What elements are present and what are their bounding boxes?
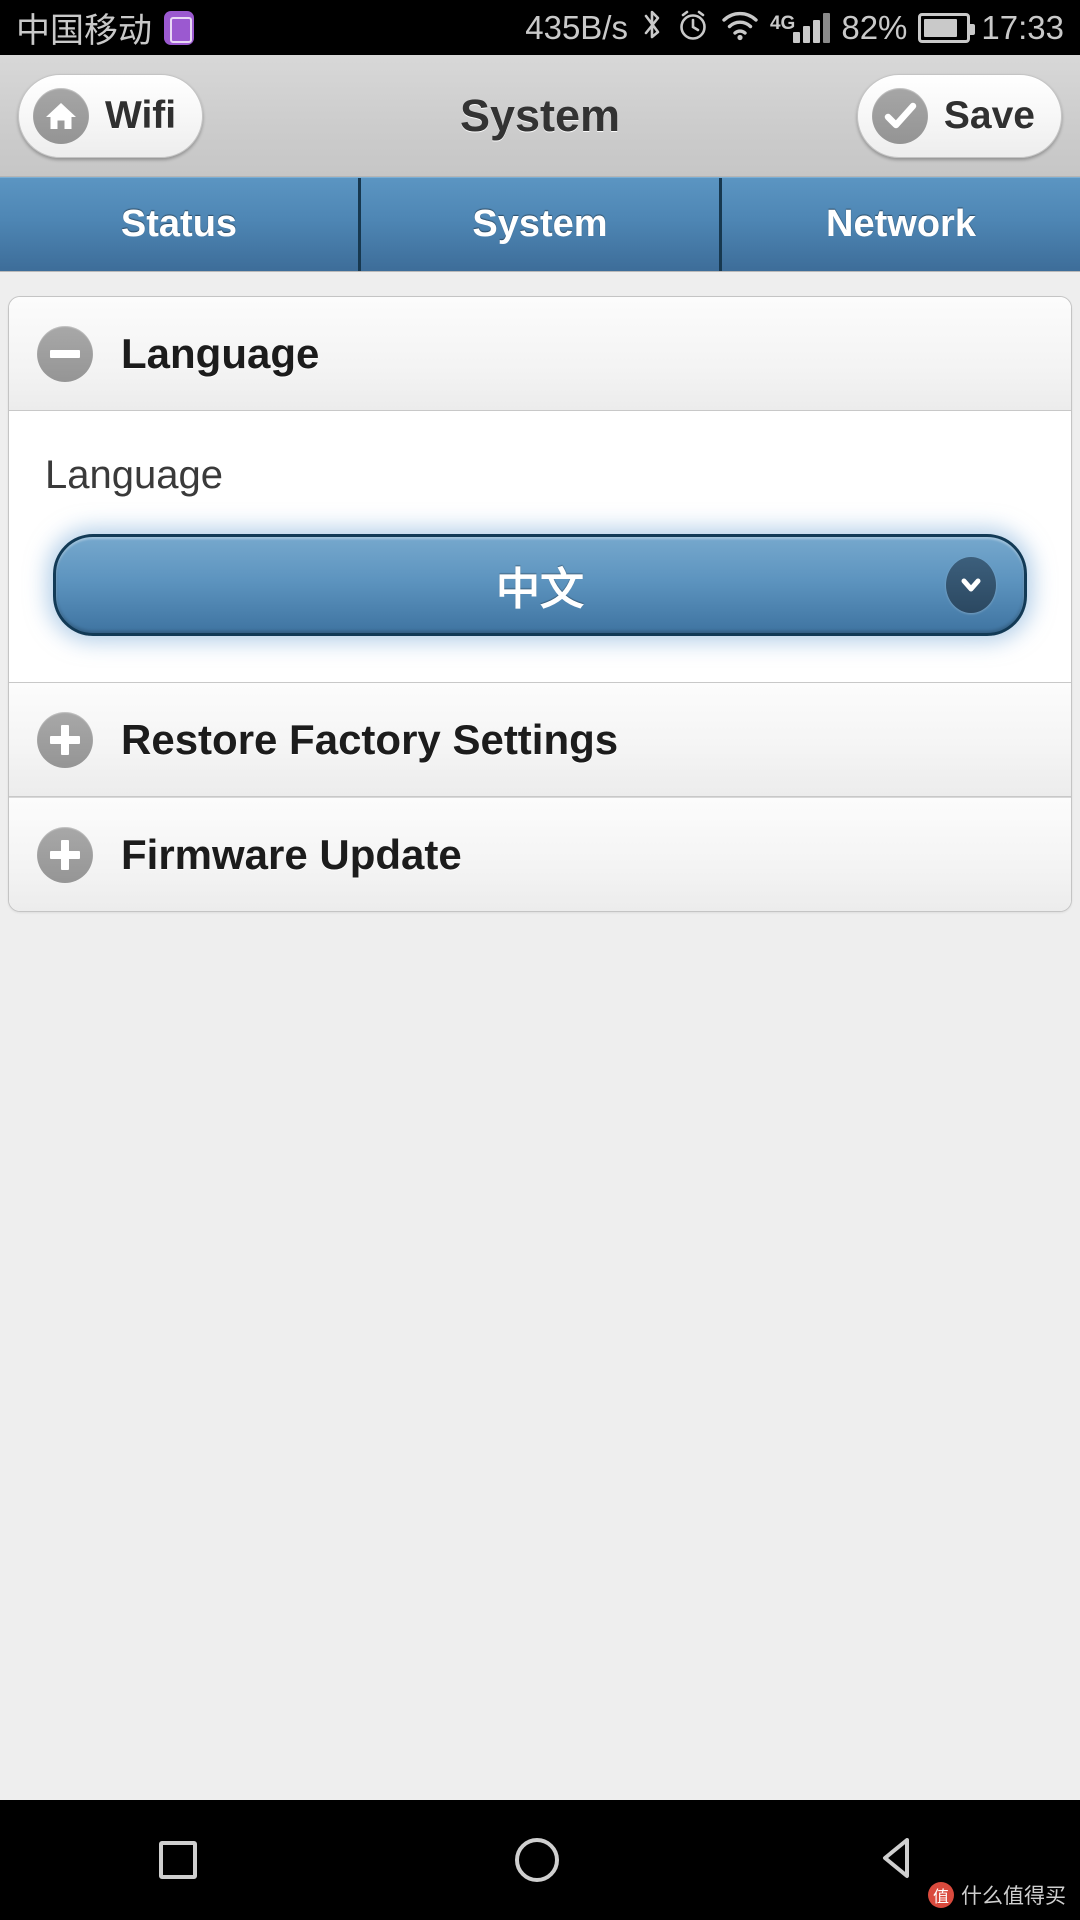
android-nav-bar: 值 什么值得买 <box>0 1800 1080 1920</box>
status-bar-left: 中国移动 <box>16 3 194 52</box>
bluetooth-icon <box>639 8 665 47</box>
check-icon <box>871 87 928 144</box>
watermark-badge: 值 <box>928 1882 954 1908</box>
save-button[interactable]: Save <box>856 73 1062 158</box>
plus-circle-icon <box>37 826 93 883</box>
accordion-body-language: Language 中文 <box>9 411 1071 683</box>
wifi-icon <box>721 9 759 46</box>
wifi-back-label: Wifi <box>105 93 177 137</box>
tab-network[interactable]: Network <box>722 178 1080 271</box>
minus-circle-icon <box>37 325 93 382</box>
accordion-header-restore-factory-settings[interactable]: Restore Factory Settings <box>9 683 1071 797</box>
accordion-header-firmware-update[interactable]: Firmware Update <box>9 797 1071 911</box>
language-field-label: Language <box>45 453 223 497</box>
triangle-back-icon[interactable] <box>877 1834 921 1887</box>
square-icon[interactable] <box>159 1841 197 1879</box>
home-icon <box>33 87 89 144</box>
plus-circle-icon <box>37 711 93 768</box>
language-select-value: 中文 <box>496 564 584 615</box>
title-bar: Wifi System Save <box>0 55 1080 177</box>
wifi-back-button[interactable]: Wifi <box>18 73 204 158</box>
circle-icon[interactable] <box>515 1838 559 1882</box>
language-select-wrapper: 中文 <box>53 534 1027 636</box>
battery-percent: 82% <box>841 8 908 46</box>
network-speed: 435B/s <box>525 8 628 46</box>
tab-bar: Status System Network <box>0 177 1080 272</box>
settings-accordion: Language Language 中文 Restore Factory Set… <box>8 296 1072 912</box>
watermark: 值 什么值得买 <box>928 1880 1066 1910</box>
clock-time: 17:33 <box>981 8 1064 46</box>
sim-card-icon <box>164 10 194 45</box>
accordion-header-language[interactable]: Language <box>9 297 1071 411</box>
accordion-title-restore-factory-settings: Restore Factory Settings <box>121 715 619 763</box>
tab-system[interactable]: System <box>361 178 722 271</box>
language-select[interactable]: 中文 <box>53 534 1027 636</box>
status-bar-right: 435B/s 4G 82% 17:33 <box>525 8 1064 47</box>
signal-indicator: 4G <box>769 12 831 43</box>
save-label: Save <box>943 93 1035 137</box>
watermark-text: 什么值得买 <box>961 1884 1066 1908</box>
content-area: Language Language 中文 Restore Factory Set… <box>0 272 1080 1800</box>
chevron-down-icon[interactable] <box>946 557 996 613</box>
phone-screen: 中国移动 435B/s 4G 82% 17:33 Wifi System Sav… <box>0 0 1080 1920</box>
tab-status[interactable]: Status <box>0 178 361 271</box>
accordion-title-firmware-update: Firmware Update <box>121 830 462 878</box>
signal-bars-icon <box>793 12 831 43</box>
accordion-title-language: Language <box>121 329 320 377</box>
battery-icon <box>918 12 976 43</box>
network-type-label: 4G <box>769 12 796 34</box>
status-bar: 中国移动 435B/s 4G 82% 17:33 <box>0 0 1080 55</box>
carrier-name: 中国移动 <box>16 11 152 51</box>
alarm-clock-icon <box>676 8 710 47</box>
